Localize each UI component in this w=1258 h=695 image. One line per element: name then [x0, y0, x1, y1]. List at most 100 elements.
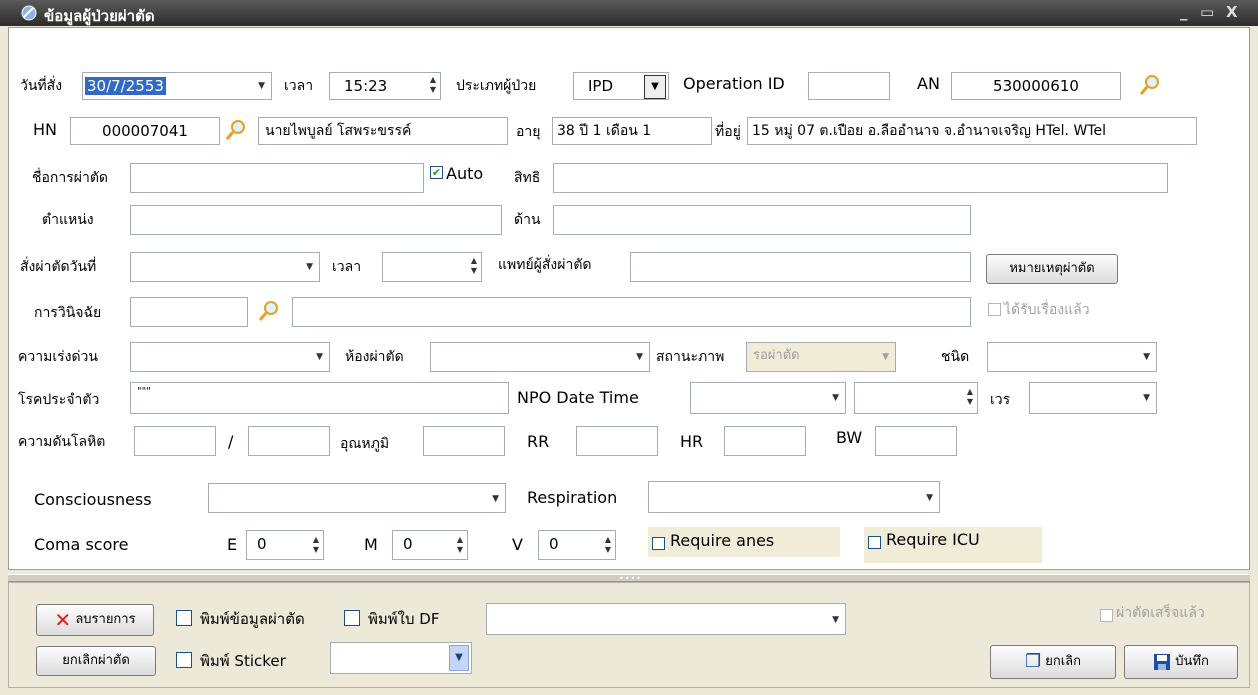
- op-order-time-input[interactable]: ▲ ▼: [382, 252, 482, 282]
- urgency-label: ความเร่งด่วน: [18, 349, 98, 365]
- patient-type-value: IPD: [588, 77, 614, 95]
- received-label: ได้รับเรื่องแล้ว: [1004, 302, 1090, 318]
- sticker-select[interactable]: ▼: [330, 642, 472, 674]
- chevron-down-icon[interactable]: ▼: [1143, 344, 1150, 370]
- maximize-button[interactable]: ▭: [1200, 3, 1214, 21]
- bp-diastolic-input[interactable]: [248, 426, 330, 456]
- spin-icon[interactable]: ▲ ▼: [471, 256, 477, 276]
- require-anes-label: Require anes: [670, 531, 775, 550]
- print-op-label: พิมพ์ข้อมูลผ่าตัด: [200, 610, 305, 628]
- spin-icon[interactable]: ▲ ▼: [967, 387, 973, 407]
- chevron-down-icon[interactable]: ▼: [926, 485, 933, 511]
- chevron-down-icon[interactable]: ▼: [449, 645, 469, 671]
- chevron-down-icon[interactable]: ▼: [306, 254, 313, 280]
- bp-systolic-input[interactable]: [134, 426, 216, 456]
- spin-icon[interactable]: ▲ ▼: [313, 535, 319, 555]
- auto-checkbox[interactable]: ✔: [430, 164, 443, 180]
- print-df-select[interactable]: ▼: [486, 603, 846, 635]
- npo-time-input[interactable]: ▲ ▼: [854, 382, 978, 414]
- op-room-select[interactable]: ▼: [430, 342, 650, 372]
- chevron-down-icon[interactable]: ▼: [636, 344, 643, 370]
- operation-name-input[interactable]: [130, 163, 424, 193]
- spin-icon[interactable]: ▲ ▼: [430, 75, 436, 95]
- chevron-down-icon[interactable]: ▼: [832, 607, 839, 633]
- type-select[interactable]: ▼: [987, 342, 1157, 372]
- v-label: V: [512, 535, 523, 554]
- op-note-button[interactable]: หมายเหตุผ่าตัด: [986, 254, 1118, 284]
- print-sticker-checkbox[interactable]: [176, 652, 192, 668]
- side-input[interactable]: [553, 205, 971, 235]
- consciousness-select[interactable]: ▼: [208, 483, 506, 513]
- chevron-down-icon[interactable]: ▼: [316, 344, 323, 370]
- hr-label: HR: [680, 432, 704, 451]
- require-anes-panel: Require anes: [648, 527, 840, 557]
- diagnosis-name-input[interactable]: [292, 297, 971, 327]
- hn-search-icon[interactable]: [224, 118, 248, 142]
- chevron-down-icon[interactable]: ▼: [644, 75, 666, 99]
- spin-icon[interactable]: ▲ ▼: [457, 535, 463, 555]
- rights-input[interactable]: [553, 163, 1168, 193]
- urgency-select[interactable]: ▼: [130, 342, 330, 372]
- print-op-checkbox[interactable]: [176, 610, 192, 626]
- hr-input[interactable]: [724, 426, 806, 456]
- print-df-checkbox[interactable]: [344, 610, 360, 626]
- auto-label: Auto: [446, 164, 484, 183]
- temp-label: อุณหภูมิ: [340, 436, 390, 452]
- temp-input[interactable]: [423, 426, 505, 456]
- order-date-input[interactable]: 30/7/2553 ▼: [82, 72, 272, 100]
- underlying-input[interactable]: """: [130, 382, 509, 414]
- respiration-label: Respiration: [527, 488, 618, 507]
- an-input[interactable]: 530000610: [951, 72, 1121, 100]
- consciousness-label: Consciousness: [34, 490, 152, 509]
- address-field: 15 หมู่ 07 ต.เปือย อ.ลืออำนาจ จ.อำนาจเจร…: [747, 117, 1197, 145]
- patient-type-label: ประเภทผู้ป่วย: [456, 78, 537, 94]
- chevron-down-icon[interactable]: ▼: [882, 344, 889, 370]
- require-icu-checkbox[interactable]: [868, 534, 881, 550]
- m-value: 0: [403, 535, 413, 553]
- status-select[interactable]: รอผ่าตัด ▼: [746, 342, 896, 372]
- minimize-button[interactable]: _: [1180, 3, 1188, 21]
- m-stepper[interactable]: 0 ▲ ▼: [392, 530, 468, 560]
- require-anes-checkbox[interactable]: [652, 535, 665, 551]
- time-input[interactable]: 15:23 ▲ ▼: [329, 72, 441, 100]
- close-button[interactable]: X: [1226, 3, 1238, 21]
- diagnosis-label: การวินิจฉัย: [34, 305, 102, 321]
- op-done-checkbox[interactable]: [1100, 607, 1113, 623]
- op-order-date-input[interactable]: ▼: [130, 252, 320, 282]
- operation-id-input[interactable]: [808, 72, 890, 100]
- diagnosis-search-icon[interactable]: [257, 299, 281, 323]
- status-label: สถานะภาพ: [656, 349, 725, 365]
- bw-input[interactable]: [875, 426, 957, 456]
- chevron-down-icon[interactable]: ▼: [832, 385, 839, 411]
- title-bar: ข้อมูลผู้ป่วยผ่าตัด _ ▭ X: [0, 0, 1258, 26]
- e-stepper[interactable]: 0 ▲ ▼: [246, 530, 324, 560]
- npo-label: NPO Date Time: [517, 388, 639, 407]
- cancel-button[interactable]: ❐ ยกเลิก: [990, 645, 1116, 679]
- respiration-select[interactable]: ▼: [648, 481, 940, 513]
- age-label: อายุ: [516, 124, 541, 140]
- chevron-down-icon[interactable]: ▼: [1143, 385, 1150, 411]
- position-input[interactable]: [130, 205, 502, 235]
- print-sticker-label: พิมพ์ Sticker: [200, 652, 286, 670]
- spin-icon[interactable]: ▲ ▼: [605, 535, 611, 555]
- time-label: เวลา: [284, 78, 314, 94]
- diagnosis-code-input[interactable]: [130, 297, 248, 327]
- npo-date-input[interactable]: ▼: [690, 382, 846, 414]
- patient-type-select[interactable]: IPD ▼: [573, 72, 669, 100]
- chevron-down-icon[interactable]: ▼: [258, 73, 265, 99]
- shift-select[interactable]: ▼: [1029, 382, 1157, 414]
- app-icon: [21, 5, 37, 21]
- rr-input[interactable]: [576, 426, 658, 456]
- splitter-handle[interactable]: ••••: [8, 574, 1250, 583]
- an-search-icon[interactable]: [1138, 73, 1162, 97]
- save-button[interactable]: บันทึก: [1124, 645, 1238, 679]
- op-done-label: ผ่าตัดเสร็จแล้ว: [1116, 605, 1205, 621]
- ordering-doctor-input[interactable]: [630, 252, 971, 282]
- delete-button[interactable]: ✕ ลบรายการ: [36, 604, 154, 636]
- chevron-down-icon[interactable]: ▼: [492, 486, 499, 512]
- hn-input[interactable]: 000007041: [70, 117, 220, 145]
- cancel-operation-button[interactable]: ยกเลิกผ่าตัด: [36, 646, 156, 676]
- received-checkbox[interactable]: [988, 301, 1001, 317]
- v-stepper[interactable]: 0 ▲ ▼: [538, 530, 616, 560]
- new-doc-icon: ❐: [1024, 651, 1042, 672]
